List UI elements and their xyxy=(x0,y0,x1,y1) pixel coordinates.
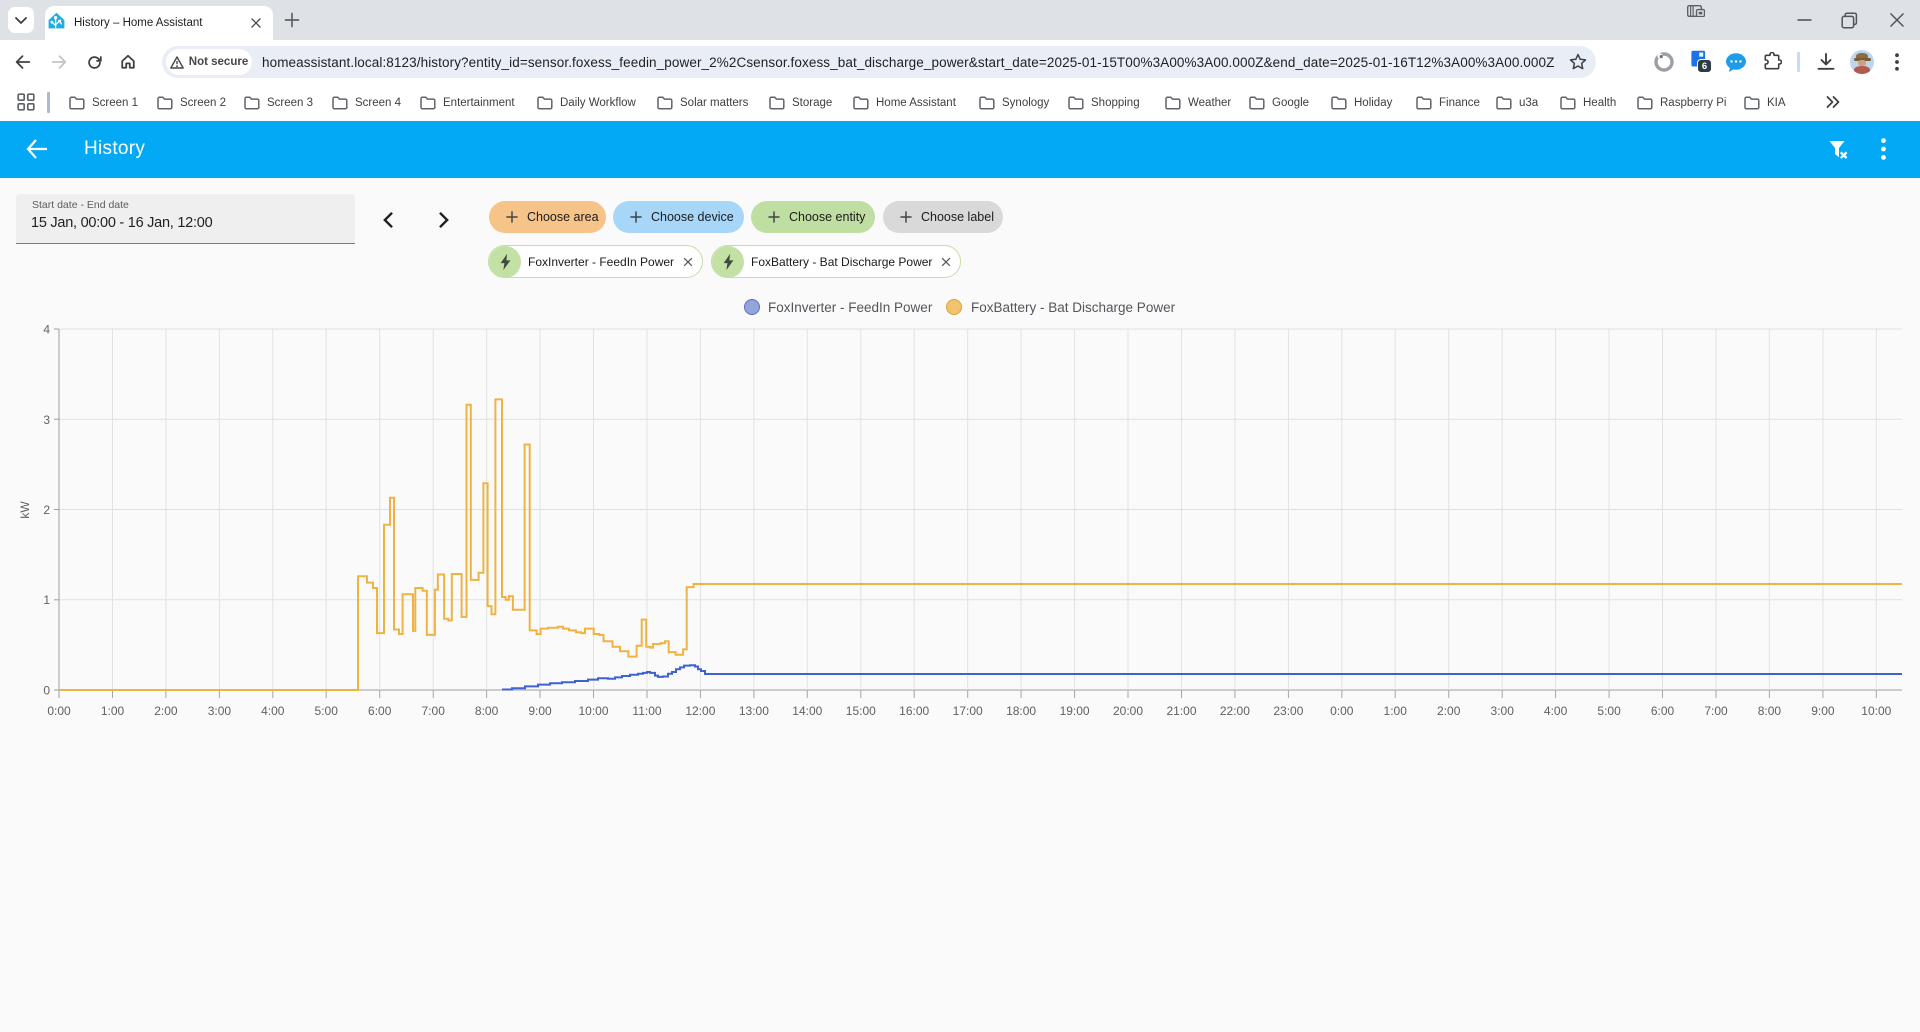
svg-text:16:00: 16:00 xyxy=(899,704,929,718)
svg-text:8:00: 8:00 xyxy=(1758,704,1782,718)
svg-text:5:00: 5:00 xyxy=(1597,704,1621,718)
svg-text:4:00: 4:00 xyxy=(1544,704,1568,718)
svg-text:5:00: 5:00 xyxy=(315,704,339,718)
svg-text:10:00: 10:00 xyxy=(578,704,608,718)
svg-text:2:00: 2:00 xyxy=(154,704,178,718)
svg-text:8:00: 8:00 xyxy=(475,704,499,718)
svg-text:17:00: 17:00 xyxy=(953,704,983,718)
svg-text:6:00: 6:00 xyxy=(368,704,392,718)
svg-text:22:00: 22:00 xyxy=(1220,704,1250,718)
svg-text:7:00: 7:00 xyxy=(422,704,446,718)
svg-text:21:00: 21:00 xyxy=(1166,704,1196,718)
svg-text:11:00: 11:00 xyxy=(632,704,661,718)
svg-text:0:00: 0:00 xyxy=(47,704,71,718)
svg-text:19:00: 19:00 xyxy=(1060,704,1090,718)
svg-text:2: 2 xyxy=(43,503,50,517)
svg-text:7:00: 7:00 xyxy=(1704,704,1728,718)
svg-text:13:00: 13:00 xyxy=(739,704,769,718)
svg-text:4: 4 xyxy=(43,323,50,337)
svg-text:10:00: 10:00 xyxy=(1861,704,1891,718)
svg-text:3:00: 3:00 xyxy=(1491,704,1515,718)
svg-text:9:00: 9:00 xyxy=(1811,704,1835,718)
svg-text:9:00: 9:00 xyxy=(528,704,552,718)
svg-text:14:00: 14:00 xyxy=(792,704,822,718)
svg-text:15:00: 15:00 xyxy=(846,704,876,718)
svg-text:4:00: 4:00 xyxy=(261,704,285,718)
svg-text:1: 1 xyxy=(43,593,50,607)
svg-text:1:00: 1:00 xyxy=(101,704,125,718)
svg-text:3: 3 xyxy=(43,413,50,427)
svg-text:6:00: 6:00 xyxy=(1651,704,1675,718)
svg-text:kW: kW xyxy=(18,501,32,519)
svg-text:2:00: 2:00 xyxy=(1437,704,1461,718)
svg-text:3:00: 3:00 xyxy=(208,704,232,718)
svg-text:18:00: 18:00 xyxy=(1006,704,1036,718)
svg-text:20:00: 20:00 xyxy=(1113,704,1143,718)
svg-text:12:00: 12:00 xyxy=(685,704,715,718)
svg-text:23:00: 23:00 xyxy=(1273,704,1303,718)
svg-text:0: 0 xyxy=(43,684,50,698)
svg-text:0:00: 0:00 xyxy=(1330,704,1354,718)
svg-text:1:00: 1:00 xyxy=(1384,704,1408,718)
